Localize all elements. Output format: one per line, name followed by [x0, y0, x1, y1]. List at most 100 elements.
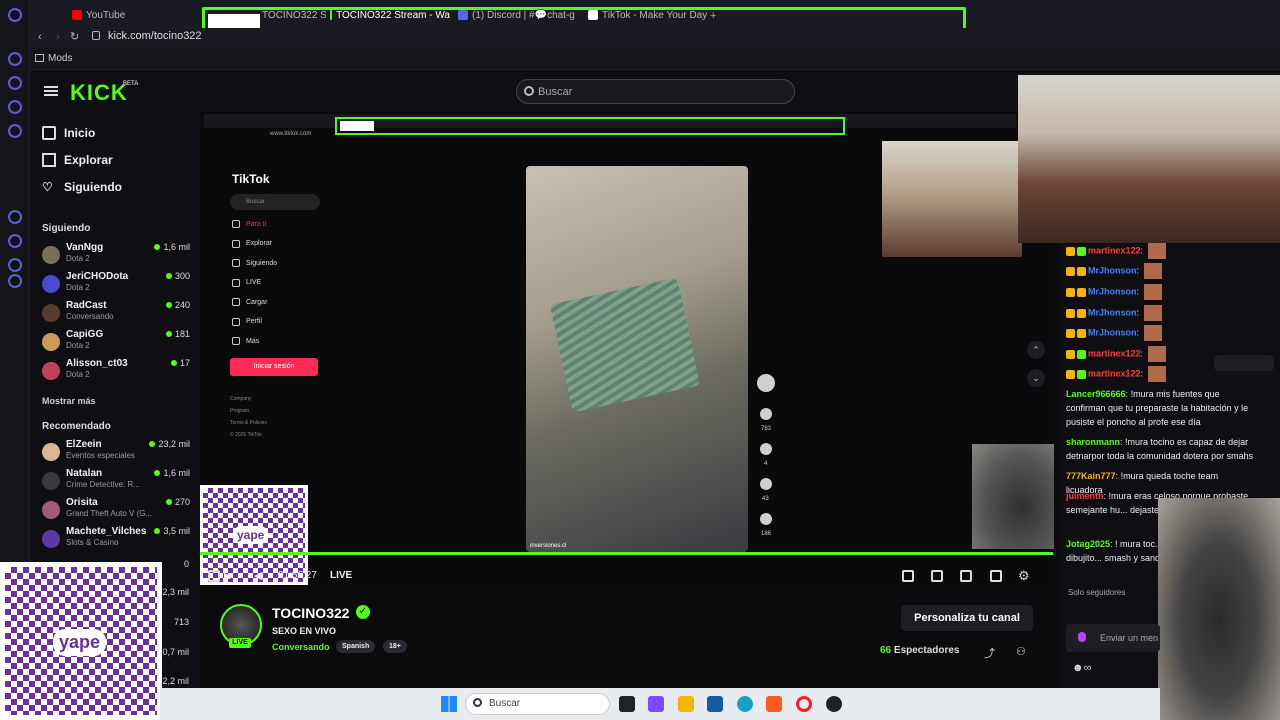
tab-kick-1[interactable]: TOCINO322 Stream - Watch L — [262, 6, 326, 24]
chat-message[interactable]: MrJhonson: — [1066, 263, 1256, 279]
channel-item[interactable]: RadCast Conversando 240 — [42, 300, 190, 326]
chat-username[interactable]: MrJhonson — [1088, 307, 1137, 317]
settings-icon[interactable] — [8, 274, 22, 288]
webcam-overlay-small — [882, 141, 1022, 257]
chat-message[interactable]: sharonmann: !mura tocino es capaz de dej… — [1066, 435, 1256, 463]
nav-following[interactable]: ♡ Siguiendo — [42, 180, 122, 194]
chat-username[interactable]: julmenth — [1066, 491, 1104, 501]
tag-mature[interactable]: 18+ — [383, 640, 407, 653]
obs-icon[interactable] — [826, 696, 842, 712]
pause-icon[interactable] — [208, 570, 220, 582]
webcam-overlay-large — [1018, 75, 1280, 243]
chat-username[interactable]: 777Kain777 — [1066, 471, 1116, 481]
channel-item[interactable]: VanNgg Dota 2 1,6 mil — [42, 242, 190, 268]
mic-icon[interactable] — [1078, 632, 1086, 642]
show-more-link[interactable]: Mostrar más — [42, 396, 96, 406]
bookmark-mods[interactable]: Mods — [48, 53, 72, 64]
speed-dial-icon[interactable] — [8, 76, 22, 90]
tiktok-menu-item: Siguiendo — [232, 259, 277, 267]
emote-icon[interactable]: ☻∞ — [1072, 662, 1091, 674]
chat-username[interactable]: MrJhonson — [1088, 265, 1137, 275]
fullscreen-icon[interactable] — [990, 570, 1002, 582]
chat-message[interactable]: martinex122: — [1066, 243, 1256, 259]
extensions-icon[interactable] — [8, 258, 22, 272]
address-bar[interactable] — [30, 28, 1280, 48]
tiktok-footer-link: Company — [230, 396, 252, 402]
opera-taskbar-icon[interactable] — [796, 696, 812, 712]
messenger-icon[interactable] — [8, 124, 22, 138]
tab-tiktok[interactable]: TikTok - Make Your Day — [588, 6, 708, 24]
stream-category[interactable]: Conversando — [272, 642, 330, 652]
tab-discord[interactable]: (1) Discord | #💬chat-g — [458, 6, 578, 24]
chat-tools[interactable] — [1214, 355, 1274, 371]
user-add-icon[interactable]: ⚇ — [1016, 645, 1026, 658]
channel-item[interactable]: ElZeein Eventos especiales 23,2 mil — [42, 439, 190, 465]
sub-badge-icon — [1077, 328, 1086, 338]
channel-item[interactable]: Natalan Crime Detective: R... 1,6 mil — [42, 468, 190, 494]
share-icon[interactable]: ⤴ — [984, 645, 995, 661]
chat-username[interactable]: Jotag2025 — [1066, 539, 1110, 549]
clip-icon[interactable] — [902, 570, 914, 582]
settings-gear-icon[interactable]: ⚙ — [1018, 568, 1030, 584]
streamer-name[interactable]: TOCINO322 — [272, 605, 350, 621]
tab-youtube[interactable]: YouTube — [72, 6, 192, 24]
edge-icon[interactable] — [737, 696, 753, 712]
channel-avatar — [42, 443, 60, 461]
chat-message[interactable]: MrJhonson: — [1066, 284, 1256, 300]
clock-icon[interactable] — [8, 234, 22, 248]
new-tab-icon[interactable]: + — [710, 10, 716, 22]
file-explorer-icon[interactable] — [678, 696, 694, 712]
channel-item[interactable]: Machete_Vilches Slots & Casino 3,5 mil — [42, 526, 190, 552]
reload-icon[interactable]: ↻ — [70, 30, 79, 43]
taskbar-search[interactable] — [465, 693, 610, 715]
chat-username[interactable]: MrJhonson — [1088, 286, 1137, 296]
channel-item[interactable]: Orisita Grand Theft Auto V (G... 270 — [42, 497, 190, 523]
chat-username[interactable]: martinex122 — [1088, 368, 1141, 378]
customize-channel-button[interactable]: Personaliza tu canal — [901, 605, 1033, 631]
live-indicator[interactable]: LIVE — [330, 570, 352, 581]
chat-message[interactable]: Lancer966666: !mura mis fuentes que conf… — [1066, 387, 1256, 429]
history-icon[interactable] — [8, 210, 22, 224]
tab-kick-2[interactable]: TOCINO322 Stream - Wa — [330, 6, 450, 24]
channel-item[interactable]: JeriCHODota Dota 2 300 — [42, 271, 190, 297]
chat-message[interactable]: MrJhonson: — [1066, 305, 1256, 321]
forward-icon[interactable]: › — [56, 31, 60, 43]
chat-username[interactable]: MrJhonson — [1088, 327, 1137, 337]
store-icon[interactable] — [707, 696, 723, 712]
brave-icon[interactable] — [766, 696, 782, 712]
bookmarks-bar — [30, 48, 1280, 70]
progress-bar[interactable] — [200, 552, 1053, 555]
kick-icon — [330, 10, 333, 20]
chat-username[interactable]: sharonmann — [1066, 437, 1120, 447]
bookmark-icon[interactable] — [8, 100, 22, 114]
tiktok-menu-item: Perfil — [232, 317, 262, 326]
tiktok-save-icon — [760, 478, 772, 490]
nav-browse[interactable]: Explorar — [42, 153, 113, 167]
back-icon[interactable]: ‹ — [38, 31, 42, 43]
theater-mode-icon[interactable] — [931, 570, 943, 582]
chat-username[interactable]: martinex122 — [1088, 348, 1141, 358]
chevron-down-icon[interactable]: ⌄ — [1027, 369, 1045, 387]
opera-icon[interactable] — [8, 8, 22, 22]
play-icon[interactable]: ▶ — [224, 570, 232, 583]
copilot-icon[interactable] — [648, 696, 664, 712]
tiktok-menu-icon — [232, 239, 240, 248]
task-view-icon[interactable] — [619, 696, 635, 712]
nav-home[interactable]: Inicio — [42, 126, 95, 140]
chat-username[interactable]: Lancer966666 — [1066, 389, 1126, 399]
chevron-up-icon[interactable]: ⌃ — [1027, 341, 1045, 359]
url-text[interactable]: kick.com/tocino322 — [108, 30, 202, 42]
pip-icon[interactable] — [960, 570, 972, 582]
tiktok-menu-label: Para ti — [246, 220, 267, 228]
volume-icon[interactable]: ◀ — [254, 569, 262, 582]
tag-language[interactable]: Spanish — [336, 640, 376, 653]
menu-icon[interactable] — [44, 86, 58, 96]
aria-icon[interactable] — [8, 52, 22, 66]
chat-message[interactable]: MrJhonson: — [1066, 325, 1256, 341]
chat-username[interactable]: martinex122 — [1088, 245, 1141, 255]
kick-logo[interactable]: KICK — [70, 80, 128, 106]
home-icon — [42, 126, 56, 140]
channel-item[interactable]: CapiGG Dota 2 181 — [42, 329, 190, 355]
channel-item[interactable]: Alisson_ct03 Dota 2 17 — [42, 358, 190, 384]
windows-start-icon[interactable] — [441, 696, 457, 712]
